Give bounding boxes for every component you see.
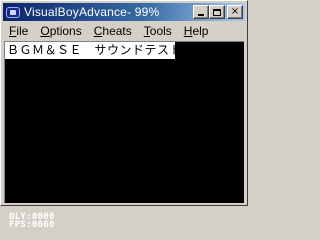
menu-cheats[interactable]: Cheats (88, 22, 138, 40)
emulator-screen[interactable]: ＢＧＭ＆ＳＥ サウンドテスト DLY:0000 FPS:0060 (4, 41, 244, 230)
menu-tools[interactable]: Tools (138, 22, 178, 40)
menu-help[interactable]: Help (178, 22, 215, 40)
menu-file[interactable]: File (3, 22, 34, 40)
menu-bar: File Options Cheats Tools Help (3, 22, 245, 40)
app-window: VisualBoyAdvance- 99% × File Options Che… (0, 0, 248, 230)
gameboy-advance-icon[interactable] (6, 6, 20, 18)
sound-test-header: ＢＧＭ＆ＳＥ サウンドテスト (5, 42, 182, 59)
close-button[interactable]: × (227, 5, 243, 19)
fps-counter: FPS:0060 (9, 220, 55, 230)
sound-test-title: ＢＧＭ＆ＳＥ サウンドテスト (7, 43, 183, 57)
title-bar[interactable]: VisualBoyAdvance- 99% × (3, 3, 245, 21)
window-controls: × (193, 5, 243, 19)
close-icon: × (230, 6, 240, 17)
maximize-icon (213, 8, 221, 16)
maximize-button[interactable] (209, 5, 225, 19)
minimize-button[interactable] (193, 5, 209, 19)
minimize-icon (198, 14, 204, 16)
window-title: VisualBoyAdvance- 99% (24, 5, 160, 19)
menu-options[interactable]: Options (34, 22, 87, 40)
